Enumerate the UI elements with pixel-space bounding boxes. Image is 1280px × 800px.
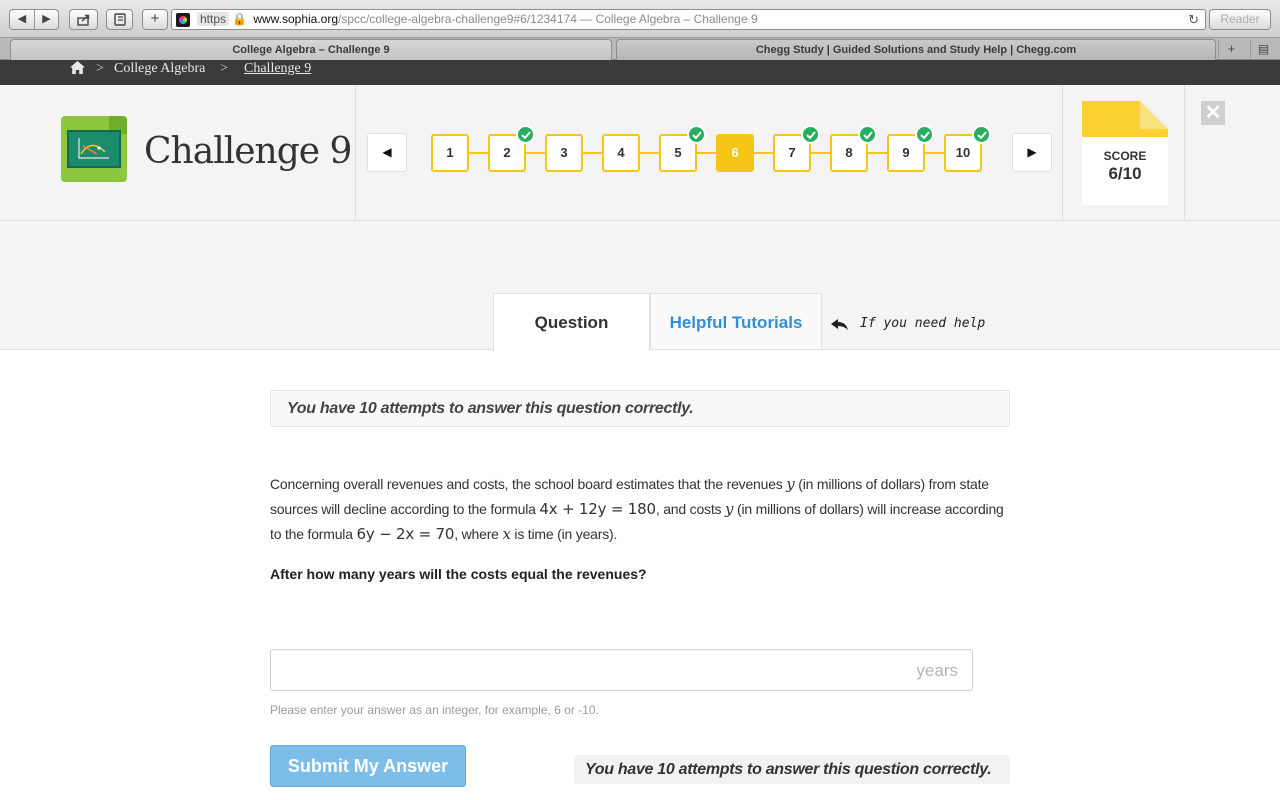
checkmark-icon	[801, 125, 820, 144]
course-logo	[61, 116, 127, 182]
checkmark-icon	[516, 125, 535, 144]
help-note: If you need help	[860, 316, 986, 331]
site-favicon-icon	[176, 13, 190, 27]
problem-text: Concerning overall revenues and costs, t…	[270, 476, 787, 492]
math-variable: y	[786, 475, 795, 493]
question-step-1[interactable]: 1	[431, 134, 469, 172]
previous-question-button[interactable]: ◀	[367, 133, 407, 172]
close-icon: ✕	[1204, 102, 1222, 124]
answer-field[interactable]: years	[270, 649, 973, 691]
question-step-label: 10	[955, 145, 971, 160]
home-icon[interactable]	[69, 60, 86, 75]
checkmark-icon	[858, 125, 877, 144]
reader-button[interactable]: Reader	[1209, 9, 1271, 30]
url-text: https 🔒 www.sophia.org/spcc/college-algeb…	[197, 10, 758, 29]
submit-answer-button[interactable]: Submit My Answer	[270, 745, 466, 787]
url-domain: www.sophia.org	[253, 12, 339, 26]
address-bar[interactable]: https 🔒 www.sophia.org/spcc/college-algeb…	[171, 9, 1206, 30]
browser-tab-strip: College Algebra – Challenge 9 Chegg Stud…	[0, 38, 1280, 60]
tab-overview-icon[interactable]: ▤	[1250, 40, 1276, 58]
triangle-left-icon: ◀	[382, 145, 392, 159]
share-button[interactable]	[69, 9, 98, 30]
graph-icon	[78, 138, 109, 159]
answer-input[interactable]	[281, 658, 901, 682]
math-formula: 6y − 2x = 70	[356, 525, 455, 543]
header-divider	[1184, 85, 1185, 221]
breadcrumb-challenge-9[interactable]: Challenge 9	[244, 60, 311, 77]
header-divider	[355, 85, 356, 221]
breadcrumb-college-algebra[interactable]: College Algebra	[114, 60, 205, 77]
url-page-title: — College Algebra – Challenge 9	[576, 12, 758, 26]
triangle-right-icon: ▶	[1027, 145, 1037, 159]
question-step-2[interactable]: 2	[488, 125, 535, 172]
question-step-label: 8	[845, 145, 853, 160]
breadcrumb: > College Algebra > Challenge 9	[0, 60, 1280, 85]
lock-icon: 🔒	[232, 12, 248, 26]
question-step-label: 1	[446, 145, 454, 160]
question-prompt: After how many years will the costs equa…	[270, 566, 647, 582]
reading-list-icon	[113, 13, 126, 26]
curved-arrow-left-icon	[831, 319, 848, 330]
challenge-header: Challenge 9 ◀ 1 2 3 4 5 6 7 8 9 10 ▶ SCORE 6/10 ✕	[0, 85, 1280, 221]
score-flag-icon	[1082, 101, 1168, 137]
checkmark-icon	[687, 125, 706, 144]
question-step-8[interactable]: 8	[830, 125, 877, 172]
next-question-button[interactable]: ▶	[1012, 133, 1052, 172]
browser-tab[interactable]: Chegg Study | Guided Solutions and Study…	[616, 39, 1216, 60]
forward-button[interactable]: ▶	[34, 10, 58, 29]
problem-text: , where	[454, 526, 503, 542]
question-step-label: 5	[674, 145, 682, 160]
reading-list-button[interactable]	[106, 9, 133, 30]
score-label: SCORE	[1103, 149, 1147, 163]
nav-buttons: ◀ ▶	[9, 9, 59, 30]
attempts-notice: You have 10 attempts to answer this ques…	[270, 390, 1010, 427]
problem-text: , and costs	[655, 501, 726, 517]
checkmark-icon	[972, 125, 991, 144]
https-badge: https	[197, 12, 230, 26]
checkmark-icon	[915, 125, 934, 144]
add-bookmark-button[interactable]: +	[142, 9, 168, 30]
math-variable: x	[502, 525, 511, 543]
score-value: 6/10	[1108, 164, 1142, 183]
browser-tab-active[interactable]: College Algebra – Challenge 9	[10, 39, 612, 60]
question-step-3[interactable]: 3	[545, 134, 583, 172]
question-step-10[interactable]: 10	[944, 125, 991, 172]
breadcrumb-separator: >	[96, 61, 104, 76]
math-formula: 4x + 12y = 180	[539, 500, 656, 518]
header-divider	[1062, 85, 1063, 221]
answer-hint: Please enter your answer as an integer, …	[270, 703, 599, 717]
tab-question[interactable]: Question	[493, 293, 650, 351]
reload-icon[interactable]: ↻	[1188, 10, 1199, 29]
share-icon	[76, 14, 89, 26]
steps-connector	[450, 152, 962, 154]
question-step-label: 6	[731, 145, 739, 160]
new-tab-button[interactable]: +	[1218, 40, 1244, 58]
question-step-6[interactable]: 6	[716, 134, 754, 172]
question-step-label: 2	[503, 145, 511, 160]
answer-units: years	[916, 661, 958, 680]
breadcrumb-separator: >	[220, 61, 228, 76]
tab-helpful-tutorials[interactable]: Helpful Tutorials	[650, 293, 822, 349]
url-path: /spcc/college-algebra-challenge9#6/12341…	[338, 12, 577, 26]
browser-toolbar: ◀ ▶ + https 🔒 www.sophia.org/spcc/college-…	[0, 0, 1280, 38]
problem-text: is time (in years).	[510, 526, 618, 542]
question-step-label: 4	[617, 145, 625, 160]
attempts-notice-bottom: You have 10 attempts to answer this ques…	[574, 755, 1010, 784]
question-step-label: 9	[902, 145, 910, 160]
page-title: Challenge 9	[144, 131, 352, 172]
question-step-label: 7	[788, 145, 796, 160]
score-card: SCORE 6/10	[1082, 101, 1168, 205]
question-step-label: 3	[560, 145, 568, 160]
close-button[interactable]: ✕	[1201, 101, 1225, 125]
question-step-4[interactable]: 4	[602, 134, 640, 172]
question-step-5[interactable]: 5	[659, 125, 706, 172]
question-step-9[interactable]: 9	[887, 125, 934, 172]
content-tabs-area: Question Helpful Tutorials If you need h…	[0, 221, 1280, 351]
problem-statement: Concerning overall revenues and costs, t…	[270, 472, 1015, 547]
question-step-7[interactable]: 7	[773, 125, 820, 172]
back-button[interactable]: ◀	[10, 10, 34, 29]
